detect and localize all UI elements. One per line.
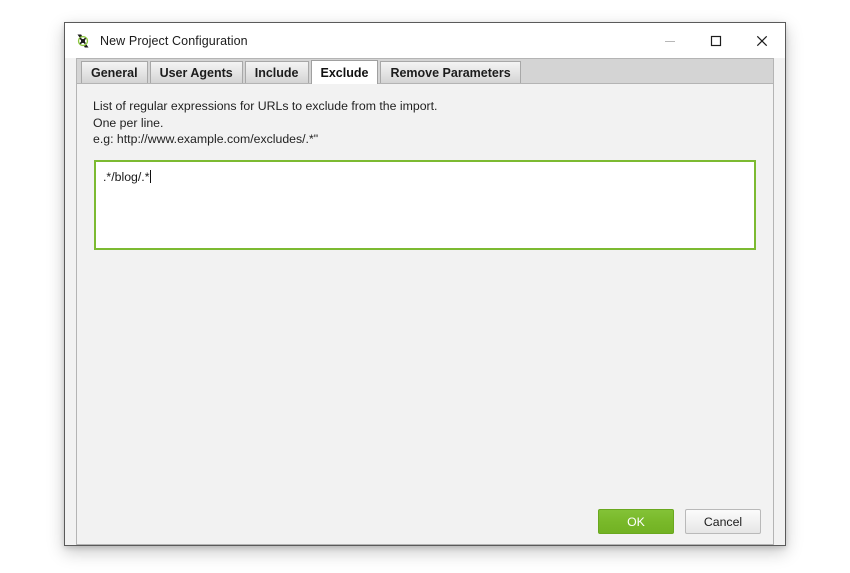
dialog-title: New Project Configuration <box>100 33 248 48</box>
exclude-textarea[interactable]: .*/blog/.* <box>94 160 756 250</box>
exclude-tab-panel: List of regular expressions for URLs to … <box>76 83 774 545</box>
minimize-button[interactable] <box>647 23 693 58</box>
cancel-button[interactable]: Cancel <box>685 509 761 534</box>
spider-app-icon <box>75 32 91 49</box>
exclude-description: List of regular expressions for URLs to … <box>93 98 773 148</box>
tab-general-label: General <box>91 66 138 80</box>
minimize-icon <box>665 40 675 42</box>
configuration-tabs: General User Agents Include Exclude Remo… <box>76 58 774 84</box>
exclude-textarea-value: .*/blog/.* <box>103 170 150 184</box>
dialog-titlebar[interactable]: New Project Configuration <box>65 23 785 58</box>
ok-button-label: OK <box>627 514 645 529</box>
new-project-configuration-dialog: New Project Configuration General User A… <box>64 22 786 546</box>
tab-remove-parameters-label: Remove Parameters <box>390 66 511 80</box>
description-line-3: e.g: http://www.example.com/excludes/.*" <box>93 132 319 146</box>
tab-user-agents[interactable]: User Agents <box>149 61 243 84</box>
window-controls <box>647 23 785 58</box>
tab-exclude-label: Exclude <box>320 65 369 80</box>
text-caret <box>149 170 151 183</box>
tab-general[interactable]: General <box>81 61 148 84</box>
tabstrip-container: General User Agents Include Exclude Remo… <box>65 58 785 84</box>
dialog-footer: OK Cancel <box>598 509 761 534</box>
close-button[interactable] <box>739 23 785 58</box>
close-icon <box>756 35 768 46</box>
description-line-1: List of regular expressions for URLs to … <box>93 99 438 113</box>
tab-user-agents-label: User Agents <box>159 66 233 80</box>
ok-button[interactable]: OK <box>598 509 674 534</box>
maximize-icon <box>710 35 722 46</box>
tab-include[interactable]: Include <box>244 61 309 84</box>
maximize-button[interactable] <box>693 23 739 58</box>
tab-include-label: Include <box>254 66 299 80</box>
cancel-button-label: Cancel <box>703 514 743 529</box>
tab-exclude[interactable]: Exclude <box>310 60 379 84</box>
tab-remove-parameters[interactable]: Remove Parameters <box>380 61 521 84</box>
description-line-2: One per line. <box>93 115 164 130</box>
